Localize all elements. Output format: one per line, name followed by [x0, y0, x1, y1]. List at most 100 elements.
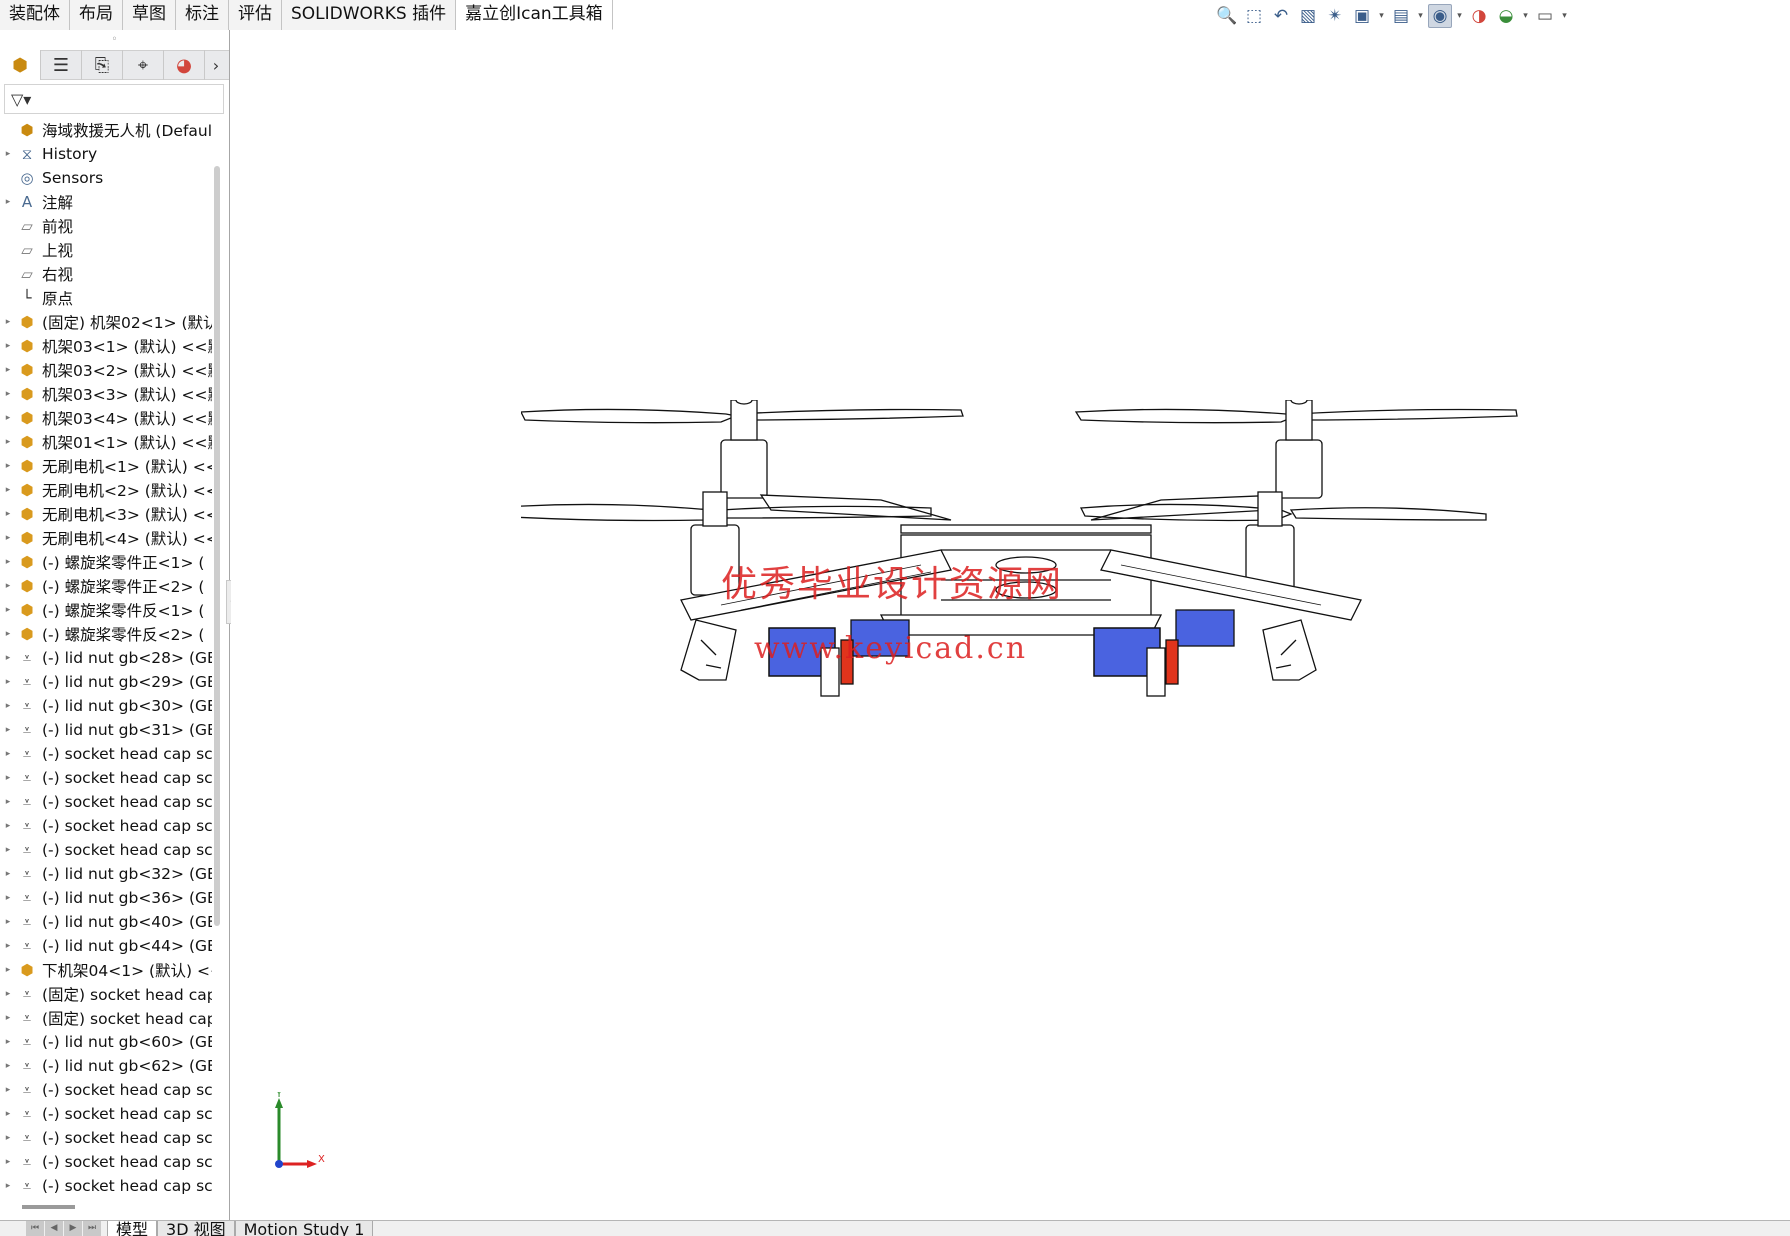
expand-arrow-icon[interactable]: ▸: [0, 701, 16, 711]
expand-arrow-icon[interactable]: ▸: [0, 149, 16, 159]
zoom-to-fit-icon[interactable]: 🔍: [1215, 4, 1239, 28]
expand-arrow-icon[interactable]: ▸: [0, 845, 16, 855]
displaymanager-tab-icon[interactable]: ◕: [164, 50, 205, 80]
tree-item[interactable]: ▸ ⩡ (-) lid nut gb<36> (GB: [0, 886, 212, 910]
expand-arrow-icon[interactable]: ▸: [0, 581, 16, 591]
propertymanager-tab-icon[interactable]: ☰: [41, 50, 82, 80]
expand-arrow-icon[interactable]: ▸: [0, 341, 16, 351]
expand-arrow-icon[interactable]: ▸: [0, 389, 16, 399]
expand-arrow-icon[interactable]: ▸: [0, 1037, 16, 1047]
display-style-icon[interactable]: ▤: [1389, 4, 1413, 28]
tree-item[interactable]: ▸ ⩡ (-) socket head cap sc: [0, 766, 212, 790]
expand-arrow-icon[interactable]: ▸: [0, 869, 16, 879]
command-tab[interactable]: 评估: [229, 0, 282, 30]
expand-arrow-icon[interactable]: ▸: [0, 1085, 16, 1095]
display-style-dropdown-icon[interactable]: ▾: [1416, 11, 1425, 21]
last-tab-arrow-icon[interactable]: ⏭: [83, 1221, 101, 1236]
tree-item[interactable]: ▸ ⩡ (-) lid nut gb<62> (GB: [0, 1054, 212, 1078]
view-orientation-icon[interactable]: ▣: [1350, 4, 1374, 28]
tree-item[interactable]: ▸ ⩡ (固定) socket head cap: [0, 1006, 212, 1030]
expand-arrow-icon[interactable]: ▸: [0, 989, 16, 999]
first-tab-arrow-icon[interactable]: ⏮: [26, 1221, 44, 1236]
prev-tab-arrow-icon[interactable]: ◀: [45, 1221, 63, 1236]
tree-item[interactable]: ▸ ⩡ (-) socket head cap sc: [0, 1102, 212, 1126]
tree-item[interactable]: ▸ ⩡ (-) lid nut gb<40> (GB: [0, 910, 212, 934]
expand-arrow-icon[interactable]: ▸: [0, 557, 16, 567]
expand-arrow-icon[interactable]: ▸: [0, 965, 16, 975]
expand-arrow-icon[interactable]: ▸: [0, 725, 16, 735]
tree-item[interactable]: ▸ ⬢ 无刷电机<3> (默认) <<: [0, 502, 212, 526]
tree-item[interactable]: ▸ ⬢ 下机架04<1> (默认) <<: [0, 958, 212, 982]
expand-arrow-icon[interactable]: ▸: [0, 485, 16, 495]
expand-arrow-icon[interactable]: ▸: [0, 1109, 16, 1119]
expand-arrow-icon[interactable]: ▸: [0, 749, 16, 759]
tree-item[interactable]: ▸ ⩡ (-) lid nut gb<32> (GB: [0, 862, 212, 886]
section-view-icon[interactable]: ▧: [1296, 4, 1320, 28]
expand-arrow-icon[interactable]: ▸: [0, 821, 16, 831]
tree-item[interactable]: ▸ ⬢ (固定) 机架02<1> (默认: [0, 310, 212, 334]
expand-arrow-icon[interactable]: ▸: [0, 533, 16, 543]
command-tab[interactable]: SOLIDWORKS 插件: [282, 0, 457, 30]
tree-item[interactable]: └ 原点: [0, 286, 212, 310]
dynamic-annotation-icon[interactable]: ✴: [1323, 4, 1347, 28]
tree-item[interactable]: ▸ ⩡ (-) socket head cap sc: [0, 1174, 212, 1198]
edit-appearance-icon[interactable]: ◑: [1467, 4, 1491, 28]
command-tab[interactable]: 嘉立创Ican工具箱: [456, 0, 613, 30]
tree-item[interactable]: ▸ ⩡ (固定) socket head cap: [0, 982, 212, 1006]
tree-item[interactable]: ▸ ⬢ (-) 螺旋桨零件正<2> (: [0, 574, 212, 598]
expand-arrow-icon[interactable]: ▸: [0, 365, 16, 375]
tree-item[interactable]: ▸ ⬢ (-) 螺旋桨零件反<2> (: [0, 622, 212, 646]
view-orientation-dropdown-icon[interactable]: ▾: [1377, 11, 1386, 21]
tree-item[interactable]: ▸ ⩡ (-) socket head cap sc: [0, 1126, 212, 1150]
bottom-tab[interactable]: 模型: [107, 1221, 158, 1236]
bottom-tab[interactable]: 3D 视图: [157, 1221, 235, 1236]
tree-item[interactable]: ◎ Sensors: [0, 166, 212, 190]
tree-item[interactable]: ▸ ⩡ (-) lid nut gb<31> (GB: [0, 718, 212, 742]
tree-item[interactable]: ▸ ⩡ (-) socket head cap sc: [0, 790, 212, 814]
expand-arrow-icon[interactable]: ▸: [0, 797, 16, 807]
tree-item[interactable]: ▸ ⩡ (-) socket head cap sc: [0, 814, 212, 838]
bottom-tab[interactable]: Motion Study 1: [234, 1221, 374, 1236]
more-tabs-chevron-icon[interactable]: ›: [205, 50, 227, 80]
tree-item[interactable]: ▸ ⬢ 无刷电机<1> (默认) <<: [0, 454, 212, 478]
expand-arrow-icon[interactable]: ▸: [0, 605, 16, 615]
tree-item[interactable]: ▸ ⩡ (-) socket head cap sc: [0, 1078, 212, 1102]
expand-arrow-icon[interactable]: ▸: [0, 629, 16, 639]
command-tab[interactable]: 标注: [176, 0, 229, 30]
tree-vertical-scrollbar[interactable]: [214, 166, 220, 926]
tree-item[interactable]: ▸ ⩡ (-) lid nut gb<29> (GB: [0, 670, 212, 694]
expand-arrow-icon[interactable]: ▸: [0, 197, 16, 207]
panel-grip-icon[interactable]: ◦: [0, 30, 229, 50]
expand-arrow-icon[interactable]: ▸: [0, 437, 16, 447]
tree-item[interactable]: ▱ 上视: [0, 238, 212, 262]
tree-item[interactable]: ▸ ⩡ (-) socket head cap sc: [0, 838, 212, 862]
expand-arrow-icon[interactable]: ▸: [0, 1133, 16, 1143]
tree-item[interactable]: ▸ ⬢ (-) 螺旋桨零件反<1> (: [0, 598, 212, 622]
expand-arrow-icon[interactable]: ▸: [0, 1013, 16, 1023]
expand-arrow-icon[interactable]: ▸: [0, 677, 16, 687]
tree-item[interactable]: ▸ ⬢ 机架03<2> (默认) <<默: [0, 358, 212, 382]
graphics-area[interactable]: 优秀毕业设计资源网 www.keyicad.cn Y X: [231, 30, 1790, 1220]
view-settings-dropdown-icon[interactable]: ▾: [1560, 11, 1569, 21]
command-tab[interactable]: 草图: [123, 0, 176, 30]
tree-filter[interactable]: ▽▾: [4, 84, 224, 114]
command-tab[interactable]: 布局: [70, 0, 123, 30]
apply-scene-icon[interactable]: ◒: [1494, 4, 1518, 28]
tree-root[interactable]: ⬢ 海域救援无人机 (Default) <: [0, 118, 212, 142]
next-tab-arrow-icon[interactable]: ▶: [64, 1221, 82, 1236]
expand-arrow-icon[interactable]: ▸: [0, 941, 16, 951]
tree-item[interactable]: ▸ ⬢ 机架03<1> (默认) <<默: [0, 334, 212, 358]
tree-item[interactable]: ▸ ⬢ 无刷电机<4> (默认) <<: [0, 526, 212, 550]
tree-item[interactable]: ▸ ⬢ 无刷电机<2> (默认) <<: [0, 478, 212, 502]
tree-item[interactable]: ▱ 前视: [0, 214, 212, 238]
zoom-area-icon[interactable]: ⬚: [1242, 4, 1266, 28]
expand-arrow-icon[interactable]: ▸: [0, 509, 16, 519]
expand-arrow-icon[interactable]: ▸: [0, 1181, 16, 1191]
expand-arrow-icon[interactable]: ▸: [0, 917, 16, 927]
expand-arrow-icon[interactable]: ▸: [0, 773, 16, 783]
expand-arrow-icon[interactable]: ▸: [0, 413, 16, 423]
view-settings-icon[interactable]: ▭: [1533, 4, 1557, 28]
tree-item[interactable]: ▸ ⩡ (-) lid nut gb<44> (GB: [0, 934, 212, 958]
tree-item[interactable]: ▸ ⩡ (-) socket head cap sc: [0, 742, 212, 766]
tree-item[interactable]: ▸ ⬢ (-) 螺旋桨零件正<1> (: [0, 550, 212, 574]
